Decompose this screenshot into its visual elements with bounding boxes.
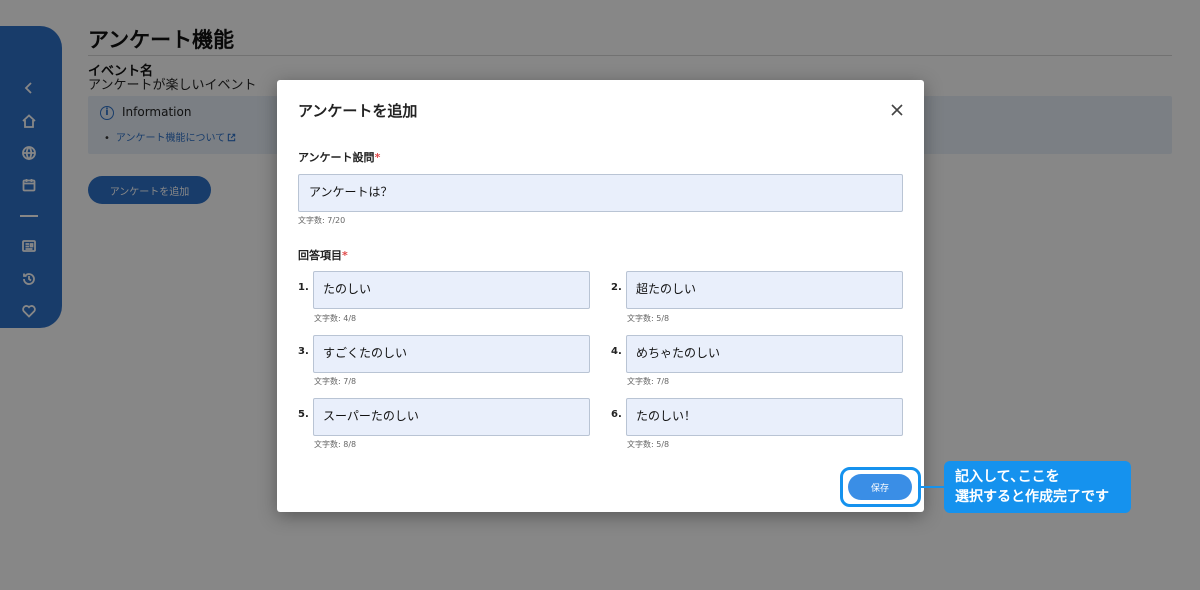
required-mark: * bbox=[342, 249, 348, 262]
question-input[interactable]: アンケートは？ bbox=[298, 174, 903, 212]
answer-number: 5. bbox=[298, 409, 309, 420]
answer-number: 3. bbox=[298, 346, 309, 357]
callout-connector bbox=[921, 486, 945, 488]
answer-input-2[interactable]: 超たのしい bbox=[626, 271, 903, 309]
answer-char-count: 文字数: 5/8 bbox=[627, 440, 670, 449]
answer-number: 2. bbox=[611, 282, 622, 293]
answer-input-6[interactable]: たのしい！ bbox=[626, 398, 903, 436]
modal-title: アンケートを追加 bbox=[298, 102, 418, 120]
answer-number: 4. bbox=[611, 346, 622, 357]
answer-input-3[interactable]: すごくたのしい bbox=[313, 335, 590, 373]
answer-char-count: 文字数: 7/8 bbox=[314, 377, 357, 386]
answer-input-1[interactable]: たのしい bbox=[313, 271, 590, 309]
save-button[interactable]: 保存 bbox=[848, 474, 912, 500]
callout-line-1: 記入して､ここを bbox=[955, 469, 1060, 485]
answers-label: 回答項目* bbox=[298, 249, 348, 262]
answer-char-count: 文字数: 7/8 bbox=[627, 377, 670, 386]
answer-char-count: 文字数: 8/8 bbox=[314, 440, 357, 449]
answer-number: 6. bbox=[611, 409, 622, 420]
add-survey-modal: アンケートを追加 アンケート設問* アンケートは？ 文字数: 7/20 回答項目… bbox=[277, 80, 924, 512]
callout-line-2: 選択すると作成完了です bbox=[955, 489, 1109, 505]
required-mark: * bbox=[374, 151, 381, 164]
save-button-highlight: 保存 bbox=[840, 467, 921, 507]
question-char-count: 文字数: 7/20 bbox=[298, 216, 346, 225]
answer-input-4[interactable]: めちゃたのしい bbox=[626, 335, 903, 373]
question-label: アンケート設問* bbox=[298, 151, 381, 164]
answer-input-5[interactable]: スーパーたのしい bbox=[313, 398, 590, 436]
answer-char-count: 文字数: 4/8 bbox=[314, 314, 357, 323]
close-icon[interactable] bbox=[890, 102, 904, 116]
answer-char-count: 文字数: 5/8 bbox=[627, 314, 670, 323]
instruction-callout: 記入して､ここを 選択すると作成完了です bbox=[944, 461, 1131, 513]
answer-number: 1. bbox=[298, 282, 309, 293]
